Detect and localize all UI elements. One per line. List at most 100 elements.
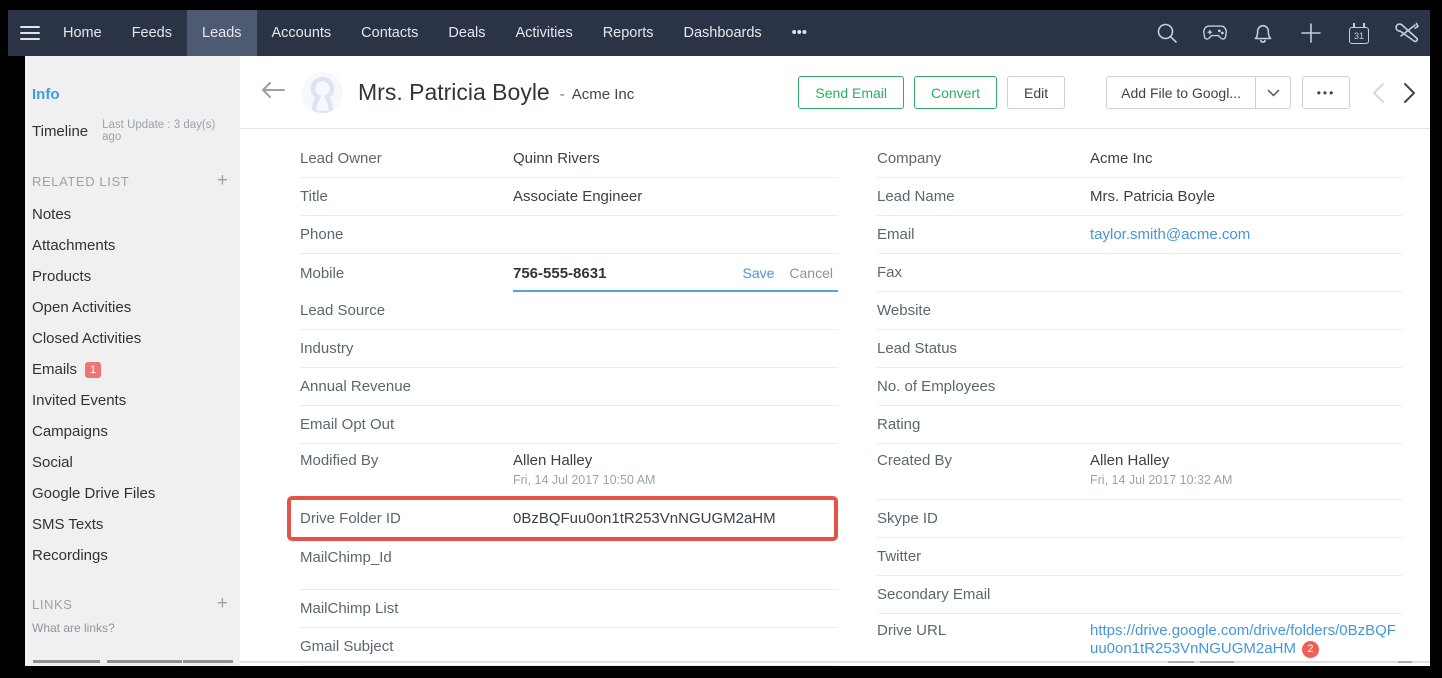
modified-timestamp: Fri, 14 Jul 2017 10:50 AM bbox=[513, 473, 655, 487]
nav-item-more[interactable]: ••• bbox=[777, 10, 822, 56]
calendar-icon[interactable]: 31 bbox=[1346, 20, 1372, 46]
sidebar-item-recordings[interactable]: Recordings bbox=[32, 540, 228, 571]
nav-item-leads[interactable]: Leads bbox=[187, 10, 257, 56]
field-row-lead-status: Lead Status bbox=[877, 330, 1402, 368]
crm-window: Home Feeds Leads Accounts Contacts Deals… bbox=[8, 10, 1430, 666]
mobile-edit-input[interactable]: 756-555-8631 bbox=[513, 265, 606, 282]
sidebar-item-notes[interactable]: Notes bbox=[32, 199, 228, 230]
field-row-company: Company Acme Inc bbox=[877, 140, 1402, 178]
nav-item-home[interactable]: Home bbox=[48, 10, 117, 56]
field-value: Mrs. Patricia Boyle bbox=[1090, 188, 1215, 205]
field-value: Acme Inc bbox=[1090, 150, 1153, 167]
links-add-icon[interactable]: + bbox=[217, 596, 228, 612]
field-row-secondary-email: Secondary Email bbox=[877, 576, 1402, 614]
add-file-to-google-split-button: Add File to Googl... bbox=[1106, 76, 1291, 109]
sidebar-item-sms-texts[interactable]: SMS Texts bbox=[32, 509, 228, 540]
field-row-annual-revenue: Annual Revenue bbox=[300, 368, 838, 406]
drive-folder-id-value: 0BzBQFuu0on1tR253VnNGUGM2aHM bbox=[513, 510, 776, 527]
field-label: Title bbox=[300, 188, 513, 205]
nav-item-accounts[interactable]: Accounts bbox=[257, 10, 347, 56]
drive-url-link[interactable]: https://drive.google.com/drive/folders/0… bbox=[1090, 622, 1396, 657]
add-file-to-google-button[interactable]: Add File to Googl... bbox=[1107, 77, 1255, 108]
send-email-button[interactable]: Send Email bbox=[798, 76, 904, 109]
cancel-link[interactable]: Cancel bbox=[789, 265, 833, 281]
what-are-links-link[interactable]: What are links? bbox=[32, 621, 228, 635]
add-file-dropdown-toggle[interactable] bbox=[1255, 77, 1290, 108]
field-row-mobile-editing: Mobile 756-555-8631 Save Cancel bbox=[300, 254, 838, 292]
setup-tools-icon[interactable] bbox=[1394, 20, 1420, 46]
field-row-mailchimp-list: MailChimp List bbox=[300, 590, 838, 628]
field-row-email-opt-out: Email Opt Out bbox=[300, 406, 838, 444]
nav-item-feeds[interactable]: Feeds bbox=[117, 10, 187, 56]
field-row-industry: Industry bbox=[300, 330, 838, 368]
field-row-mailchimp-id: MailChimp_Id bbox=[300, 538, 838, 576]
sidebar-item-open-activities[interactable]: Open Activities bbox=[32, 292, 228, 323]
sidebar-item-social[interactable]: Social bbox=[32, 447, 228, 478]
sidebar-item-closed-activities[interactable]: Closed Activities bbox=[32, 323, 228, 354]
field-label: Rating bbox=[877, 416, 1090, 433]
content-bottom-scrollbar[interactable] bbox=[240, 661, 1430, 663]
hamburger-menu-icon[interactable] bbox=[20, 26, 40, 40]
sidebar-item-attachments[interactable]: Attachments bbox=[32, 230, 228, 261]
field-row-lead-owner: Lead Owner Quinn Rivers bbox=[300, 140, 838, 178]
record-pager bbox=[1372, 82, 1416, 104]
nav-item-deals[interactable]: Deals bbox=[433, 10, 500, 56]
field-label: Lead Name bbox=[877, 188, 1090, 205]
field-row-created-by: Created By Allen Halley Fri, 14 Jul 2017… bbox=[877, 444, 1402, 500]
nav-item-reports[interactable]: Reports bbox=[588, 10, 669, 56]
field-row-email: Email taylor.smith@acme.com bbox=[877, 216, 1402, 254]
field-row-no-of-employees: No. of Employees bbox=[877, 368, 1402, 406]
lead-detail-panel: Mrs. Patricia Boyle - Acme Inc Send Emai… bbox=[240, 56, 1430, 666]
field-label: Mobile bbox=[300, 265, 513, 282]
sidebar-item-emails[interactable]: Emails1 bbox=[32, 354, 228, 385]
field-row-drive-folder-id: Drive Folder ID 0BzBQFuu0on1tR253VnNGUGM… bbox=[300, 500, 838, 538]
field-row-rating: Rating bbox=[877, 406, 1402, 444]
related-list-add-icon[interactable]: + bbox=[217, 173, 228, 189]
add-plus-icon[interactable] bbox=[1298, 20, 1324, 46]
more-actions-button[interactable]: ••• bbox=[1302, 76, 1350, 109]
field-row-twitter: Twitter bbox=[877, 538, 1402, 576]
email-link[interactable]: taylor.smith@acme.com bbox=[1090, 226, 1250, 243]
field-label: MailChimp_Id bbox=[300, 549, 513, 566]
next-record-icon[interactable] bbox=[1403, 82, 1416, 104]
edit-button[interactable]: Edit bbox=[1007, 76, 1065, 109]
save-link[interactable]: Save bbox=[742, 265, 774, 281]
sidebar-item-invited-events[interactable]: Invited Events bbox=[32, 385, 228, 416]
page-title: Mrs. Patricia Boyle bbox=[358, 79, 550, 106]
nav-item-contacts[interactable]: Contacts bbox=[346, 10, 433, 56]
convert-button[interactable]: Convert bbox=[914, 76, 997, 109]
field-label: Phone bbox=[300, 226, 513, 243]
sidebar-item-products[interactable]: Products bbox=[32, 261, 228, 292]
lead-avatar bbox=[302, 72, 343, 113]
back-arrow-icon[interactable] bbox=[260, 80, 286, 105]
details-column-right: Company Acme Inc Lead Name Mrs. Patricia… bbox=[877, 140, 1402, 666]
search-icon[interactable] bbox=[1154, 20, 1180, 46]
nav-item-dashboards[interactable]: Dashboards bbox=[668, 10, 776, 56]
field-label: Email bbox=[877, 226, 1090, 243]
record-header: Mrs. Patricia Boyle - Acme Inc Send Emai… bbox=[240, 56, 1430, 129]
field-row-title: Title Associate Engineer bbox=[300, 178, 838, 216]
nav-item-activities[interactable]: Activities bbox=[500, 10, 587, 56]
sidebar-item-info[interactable]: Info bbox=[32, 85, 228, 105]
field-value: Quinn Rivers bbox=[513, 150, 600, 167]
field-label: Modified By bbox=[300, 452, 513, 469]
sidebar-item-google-drive-files[interactable]: Google Drive Files bbox=[32, 478, 228, 509]
sidebar-item-timeline[interactable]: Timeline bbox=[32, 123, 88, 140]
chevron-down-icon bbox=[1267, 89, 1280, 97]
field-label: Lead Owner bbox=[300, 150, 513, 167]
field-label: Created By bbox=[877, 452, 1090, 469]
top-nav: Home Feeds Leads Accounts Contacts Deals… bbox=[8, 10, 1430, 56]
calendar-day-label: 31 bbox=[1354, 31, 1364, 41]
field-label: Lead Status bbox=[877, 340, 1090, 357]
related-list-header: RELATED LIST bbox=[32, 174, 129, 189]
left-sidebar: Info Timeline Last Update : 3 day(s) ago… bbox=[25, 56, 240, 666]
notifications-bell-icon[interactable] bbox=[1250, 20, 1276, 46]
field-label: Lead Source bbox=[300, 302, 513, 319]
field-row-skype-id: Skype ID bbox=[877, 500, 1402, 538]
field-label: MailChimp List bbox=[300, 600, 513, 617]
previous-record-icon[interactable] bbox=[1372, 82, 1385, 104]
games-icon[interactable] bbox=[1202, 20, 1228, 46]
field-row-website: Website bbox=[877, 292, 1402, 330]
field-label: Industry bbox=[300, 340, 513, 357]
sidebar-item-campaigns[interactable]: Campaigns bbox=[32, 416, 228, 447]
